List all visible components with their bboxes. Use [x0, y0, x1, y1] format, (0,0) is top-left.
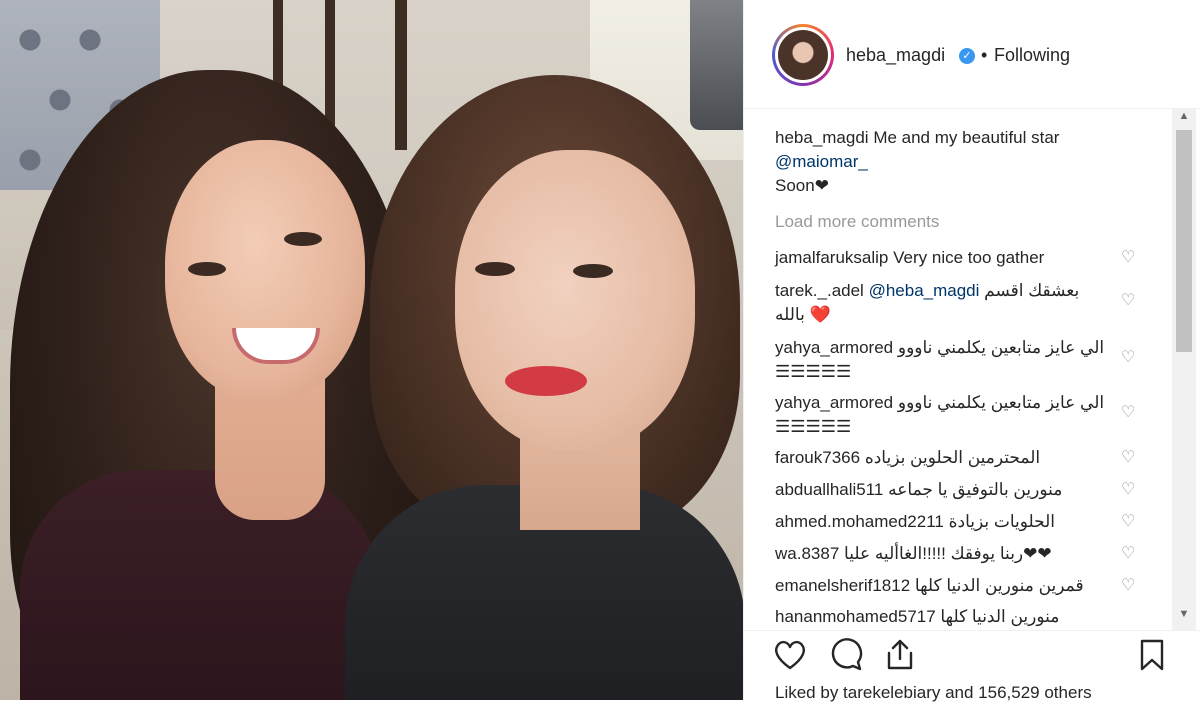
verified-badge-icon: ✓	[959, 48, 975, 64]
comments-scrollbar[interactable]: ▲ ▼	[1172, 108, 1196, 630]
comments-list[interactable]: heba_magdi Me and my beautiful star @mai…	[744, 108, 1200, 630]
comment-username[interactable]: hananmohamed5717	[775, 607, 936, 626]
comment-row: jamalfaruksalip Very nice too gather	[775, 246, 1105, 270]
header-separator: •	[981, 45, 988, 65]
comment-username[interactable]: tarek._.adel	[775, 281, 864, 300]
post-side-panel: heba_magdi ✓ • Following heba_magdi Me a…	[743, 0, 1200, 703]
photo-eye	[188, 262, 226, 276]
avatar-frame	[775, 27, 831, 83]
photo-woman-left-top	[20, 470, 380, 700]
like-comment-heart-icon[interactable]: ♡	[1121, 293, 1137, 309]
comment-row: yahya_armored الي عايز متابعين يكلمني نا…	[775, 391, 1105, 439]
photo-eye	[284, 232, 322, 246]
comment-row: hananmohamed5717 منورين الدنيا كلها	[775, 605, 1105, 629]
bookmark-icon[interactable]	[1134, 637, 1170, 673]
comment-row: wa.8387 ربنا يوفقك !!!!!الغاأليه عليا❤❤	[775, 542, 1105, 566]
comment-text: منورين بالتوفيق يا جماعه	[888, 480, 1063, 499]
post-photo[interactable]	[0, 0, 743, 700]
caption-text: Me and my beautiful star	[873, 128, 1060, 147]
comment-username[interactable]: yahya_armored	[775, 338, 893, 357]
comment-username[interactable]: abduallhali511	[775, 480, 883, 499]
story-ring[interactable]	[772, 24, 834, 86]
scroll-down-arrow-icon[interactable]: ▼	[1172, 608, 1196, 626]
comment-text-cont: ☰☰☰☰☰	[775, 362, 852, 381]
share-icon[interactable]	[882, 637, 918, 673]
avatar[interactable]	[778, 30, 828, 80]
like-comment-heart-icon[interactable]: ♡	[1121, 578, 1137, 594]
post-header: heba_magdi ✓ • Following	[744, 0, 1200, 109]
post-caption: heba_magdi Me and my beautiful star @mai…	[775, 126, 1105, 198]
comment-username[interactable]: wa.8387	[775, 544, 839, 563]
like-comment-heart-icon[interactable]: ♡	[1121, 350, 1137, 366]
likes-count[interactable]: Liked by tarekelebiary and 156,529 other…	[775, 683, 1092, 703]
comment-username[interactable]: emanelsherif1812	[775, 576, 910, 595]
comment-row: farouk7366 المحترمين الحلوين بزياده	[775, 446, 1105, 470]
comment-row: abduallhali511 منورين بالتوفيق يا جماعه	[775, 478, 1105, 502]
comment-text: قمرين منورين الدنيا كلها	[914, 576, 1084, 595]
photo-background-person	[690, 0, 743, 130]
comment-text: Very nice too gather	[893, 248, 1045, 267]
comment-username[interactable]: jamalfaruksalip	[775, 248, 888, 267]
comment-text: بعشقك اقسم	[984, 281, 1080, 300]
comment-row: tarek._.adel @heba_magdi بعشقك اقسم بالل…	[775, 279, 1105, 327]
comment-username[interactable]: yahya_armored	[775, 393, 893, 412]
comment-username[interactable]: ahmed.mohamed2211	[775, 512, 944, 531]
photo-woman-right-lips	[505, 366, 587, 396]
photo-eye	[475, 262, 515, 276]
scrollbar-thumb[interactable]	[1176, 130, 1192, 352]
header-username[interactable]: heba_magdi	[846, 45, 945, 66]
comment-text: الحلويات بزيادة	[948, 512, 1056, 531]
comment-mention[interactable]: @heba_magdi	[869, 281, 980, 300]
comment-text: الي عايز متابعين يكلمني ناووو	[897, 393, 1105, 412]
comment-row: yahya_armored الي عايز متابعين يكلمني نا…	[775, 336, 1105, 384]
like-comment-heart-icon[interactable]: ♡	[1121, 482, 1137, 498]
comment-text: منورين الدنيا كلها	[940, 607, 1060, 626]
scroll-up-arrow-icon[interactable]: ▲	[1172, 110, 1196, 128]
like-comment-heart-icon[interactable]: ♡	[1121, 250, 1137, 266]
caption-mention[interactable]: @maiomar_	[775, 152, 868, 171]
caption-line3: Soon❤	[775, 176, 829, 195]
like-comment-heart-icon[interactable]: ♡	[1121, 546, 1137, 562]
photo-woman-right-face	[455, 150, 695, 450]
comment-row: ahmed.mohamed2211 الحلويات بزيادة	[775, 510, 1105, 534]
heart-icon[interactable]	[772, 637, 808, 673]
comment-text-cont: ☰☰☰☰☰	[775, 417, 852, 436]
comment-text: ربنا يوفقك !!!!!الغاأليه عليا❤❤	[844, 544, 1052, 563]
photo-eye	[573, 264, 613, 278]
comment-text: الي عايز متابعين يكلمني ناووو	[897, 338, 1105, 357]
load-more-comments-button[interactable]: Load more comments	[775, 212, 939, 232]
comment-username[interactable]: farouk7366	[775, 448, 860, 467]
like-comment-heart-icon[interactable]: ♡	[1121, 405, 1137, 421]
comment-icon[interactable]	[827, 637, 863, 673]
like-comment-heart-icon[interactable]: ♡	[1121, 514, 1137, 530]
like-comment-heart-icon[interactable]: ♡	[1121, 450, 1137, 466]
caption-username[interactable]: heba_magdi	[775, 128, 869, 147]
following-button[interactable]: Following	[994, 45, 1070, 66]
post-actions: Liked by tarekelebiary and 156,529 other…	[744, 630, 1200, 703]
comment-text: المحترمين الحلوين بزياده	[864, 448, 1041, 467]
comment-row: emanelsherif1812 قمرين منورين الدنيا كله…	[775, 574, 1105, 598]
comment-text-cont: بالله ❤️	[775, 305, 831, 324]
